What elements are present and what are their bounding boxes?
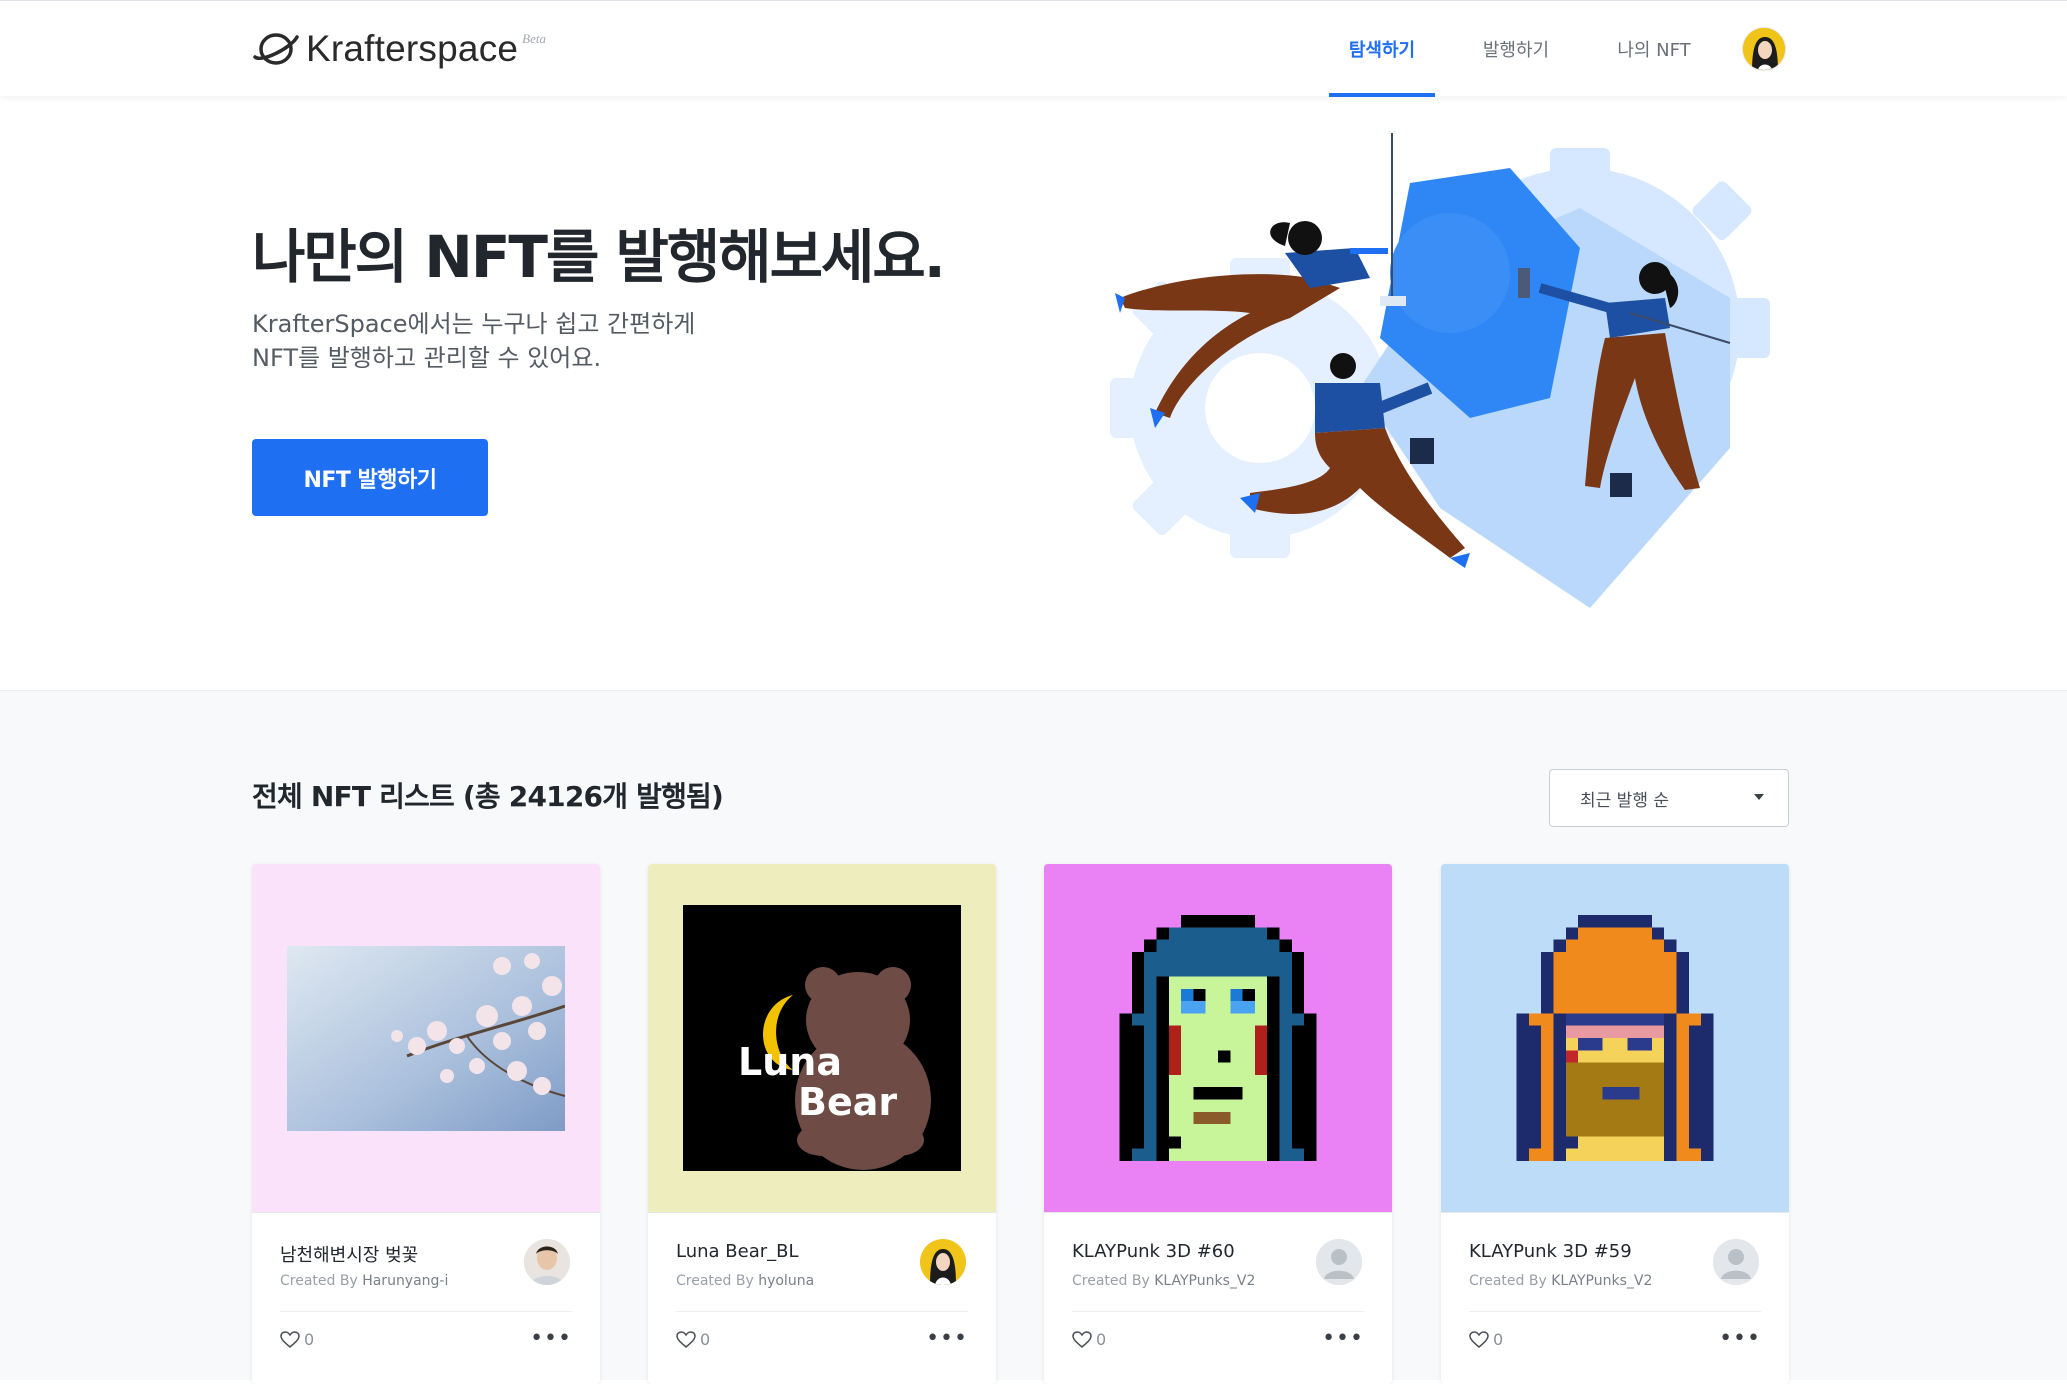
nft-card[interactable]: KLAYPunk 3D #60 Created By KLAYPunks_V2 …	[1044, 864, 1392, 1384]
sort-selected-value: 최근 발행 순	[1580, 790, 1670, 811]
user-avatar-image	[1743, 28, 1785, 70]
nft-thumbnail[interactable]: Luna Bear	[648, 864, 996, 1212]
heart-icon	[1469, 1330, 1489, 1348]
nft-thumbnail[interactable]	[1441, 864, 1789, 1212]
nav-tab-explore[interactable]: 탐색하기	[1329, 1, 1435, 97]
nft-card[interactable]: Luna Bear Luna Bear_BL Created By hyolun…	[648, 864, 996, 1384]
heart-icon	[280, 1330, 300, 1348]
nft-title[interactable]: 남천해변시장 벚꽃	[280, 1241, 418, 1267]
nft-card[interactable]: KLAYPunk 3D #59 Created By KLAYPunks_V2 …	[1441, 864, 1789, 1384]
like-count: 0	[700, 1330, 711, 1349]
default-user-icon	[1713, 1239, 1759, 1285]
heart-icon	[676, 1330, 696, 1348]
nft-creator: Created By KLAYPunks_V2	[1072, 1273, 1255, 1289]
pixel-punk-image	[1516, 915, 1714, 1161]
hero-description: KrafterSpace에서는 누구나 쉽고 간편하게 NFT를 발행하고 관리…	[252, 307, 695, 375]
heart-icon	[1072, 1330, 1092, 1348]
more-options-icon[interactable]: •••	[1322, 1328, 1364, 1350]
nft-card[interactable]: 남천해변시장 벚꽃 Created By Harunyang-i 0 •••	[252, 864, 600, 1384]
created-by-label: Created By	[1072, 1273, 1150, 1289]
like-count: 0	[1096, 1330, 1107, 1349]
creator-avatar[interactable]	[524, 1239, 570, 1285]
krafterspace-logo[interactable]: Krafterspace Beta	[252, 25, 546, 73]
nft-card-body: 남천해변시장 벚꽃 Created By Harunyang-i 0 •••	[252, 1212, 600, 1384]
more-options-icon[interactable]: •••	[530, 1328, 572, 1350]
photo-avatar-image	[524, 1239, 570, 1285]
luna-bear-image: Luna Bear	[683, 905, 961, 1171]
cherry-blossom-image	[287, 945, 565, 1131]
nft-title[interactable]: KLAYPunk 3D #59	[1469, 1241, 1632, 1262]
created-by-label: Created By	[1469, 1273, 1547, 1289]
nft-card-body: Luna Bear_BL Created By hyoluna 0 •••	[648, 1212, 996, 1384]
nft-creator: Created By Harunyang-i	[280, 1273, 448, 1289]
nft-list-section: 전체 NFT 리스트 (총 24126개 발행됨) 최근 발행 순 남천해변시장…	[0, 690, 2067, 1384]
creator-name[interactable]: KLAYPunks_V2	[1551, 1273, 1652, 1289]
creator-name[interactable]: KLAYPunks_V2	[1154, 1273, 1255, 1289]
creator-name[interactable]: Harunyang-i	[362, 1273, 448, 1289]
like-count: 0	[304, 1330, 315, 1349]
card-divider	[1072, 1311, 1364, 1312]
active-tab-indicator	[1329, 93, 1435, 97]
like-button[interactable]: 0	[1072, 1330, 1106, 1349]
creator-avatar[interactable]	[920, 1239, 966, 1285]
like-count: 0	[1493, 1330, 1504, 1349]
more-options-icon[interactable]: •••	[926, 1328, 968, 1350]
hero-description-line2: NFT를 발행하고 관리할 수 있어요.	[252, 344, 602, 372]
card-divider	[280, 1311, 572, 1312]
beta-badge: Beta	[522, 31, 546, 46]
nav-tab-mint[interactable]: 발행하기	[1466, 1, 1566, 97]
default-user-icon	[1316, 1239, 1362, 1285]
hero-description-line1: KrafterSpace에서는 누구나 쉽고 간편하게	[252, 310, 696, 338]
card-divider	[1469, 1311, 1761, 1312]
created-by-label: Created By	[676, 1273, 754, 1289]
nft-title[interactable]: KLAYPunk 3D #60	[1072, 1241, 1235, 1262]
hero-illustration	[1110, 133, 1770, 608]
nft-creator: Created By hyoluna	[676, 1273, 814, 1289]
logo-text: Krafterspace	[306, 28, 519, 69]
pixel-punk-image	[1119, 915, 1317, 1161]
nft-creator: Created By KLAYPunks_V2	[1469, 1273, 1652, 1289]
mint-nft-button[interactable]: NFT 발행하기	[252, 439, 488, 516]
nft-list-title: 전체 NFT 리스트 (총 24126개 발행됨)	[252, 780, 724, 813]
creator-avatar[interactable]	[1713, 1239, 1759, 1285]
like-button[interactable]: 0	[676, 1330, 710, 1349]
nft-thumbnail[interactable]	[252, 864, 600, 1212]
nft-card-body: KLAYPunk 3D #59 Created By KLAYPunks_V2 …	[1441, 1212, 1789, 1384]
luna-text: Luna	[738, 1040, 842, 1084]
card-divider	[676, 1311, 968, 1312]
more-options-icon[interactable]: •••	[1719, 1328, 1761, 1350]
user-avatar[interactable]	[1742, 27, 1786, 71]
like-button[interactable]: 0	[1469, 1330, 1503, 1349]
caret-down-icon	[1754, 794, 1764, 800]
hero-title: 나만의 NFT를 발행해보세요.	[252, 223, 946, 291]
planet-logo-icon	[253, 33, 299, 65]
like-button[interactable]: 0	[280, 1330, 314, 1349]
nft-card-body: KLAYPunk 3D #60 Created By KLAYPunks_V2 …	[1044, 1212, 1392, 1384]
nft-thumbnail[interactable]	[1044, 864, 1392, 1212]
top-header: Krafterspace Beta 탐색하기 발행하기 나의 NFT	[0, 0, 2067, 97]
illustrated-avatar-image	[920, 1239, 966, 1285]
created-by-label: Created By	[280, 1273, 358, 1289]
creator-avatar[interactable]	[1316, 1239, 1362, 1285]
nav-tab-my-nft[interactable]: 나의 NFT	[1604, 1, 1704, 97]
bear-text: Bear	[798, 1080, 897, 1124]
nft-title[interactable]: Luna Bear_BL	[676, 1241, 799, 1262]
creator-name[interactable]: hyoluna	[758, 1273, 814, 1289]
sort-dropdown[interactable]: 최근 발행 순	[1549, 769, 1789, 827]
